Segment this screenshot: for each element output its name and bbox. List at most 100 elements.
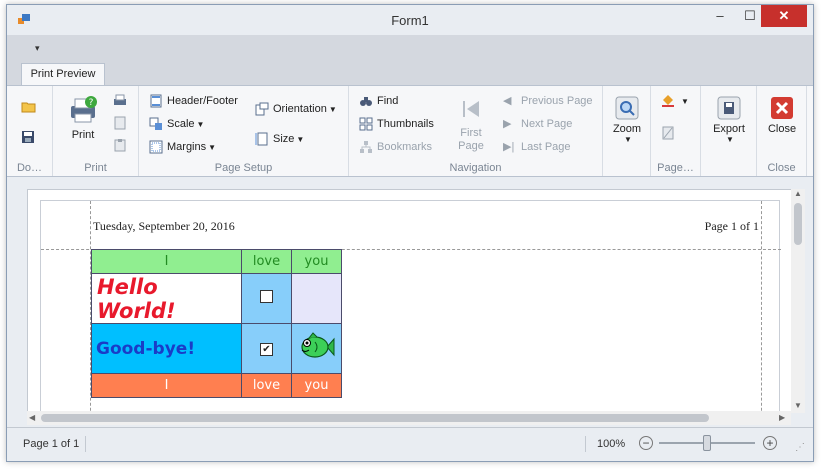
header-page-number: Page 1 of 1 bbox=[704, 219, 759, 233]
fish-icon bbox=[300, 331, 334, 358]
export-label: Export bbox=[713, 123, 745, 135]
zoom-out-button[interactable]: − bbox=[639, 436, 653, 450]
clipboard-icon bbox=[114, 139, 126, 152]
ribbon-panel: Do… ? Print Print Header/Footer Scale ▼ … bbox=[7, 85, 813, 177]
zoom-level: 100% bbox=[597, 438, 626, 450]
zoom-slider-thumb[interactable] bbox=[703, 435, 711, 451]
export-button[interactable]: Export ▼ bbox=[707, 96, 751, 144]
close-window-button[interactable]: ✕ bbox=[761, 5, 807, 27]
print-button[interactable]: ? Print bbox=[61, 94, 105, 141]
scroll-right-icon[interactable]: ▶ bbox=[779, 413, 785, 422]
bookmarks-label: Bookmarks bbox=[377, 140, 433, 153]
quick-print-button[interactable] bbox=[113, 94, 127, 111]
page-color-dropdown[interactable]: ▼ bbox=[661, 94, 689, 108]
margin-guide-right bbox=[761, 201, 762, 412]
horizontal-scrollbar[interactable]: ◀ ▶ bbox=[27, 411, 791, 425]
margins-dropdown[interactable]: Margins ▼ bbox=[149, 140, 216, 154]
group-page-background: ▼ Page… bbox=[651, 86, 701, 176]
first-page-label: First Page bbox=[458, 127, 484, 152]
vertical-scrollbar[interactable]: ▲ ▼ bbox=[791, 189, 805, 413]
group-label-page-background: Page… bbox=[657, 162, 694, 174]
first-page-button[interactable]: First Page bbox=[451, 98, 491, 153]
margins-label: Margins bbox=[167, 140, 207, 153]
save-icon bbox=[22, 131, 34, 143]
scroll-down-icon[interactable]: ▼ bbox=[794, 401, 802, 410]
close-preview-button[interactable]: Close bbox=[761, 96, 803, 135]
next-page-button[interactable]: ▶ Next Page bbox=[503, 117, 572, 131]
thumbnails-icon bbox=[359, 117, 373, 131]
last-page-icon: ▶| bbox=[503, 141, 515, 153]
table-header-cell: you bbox=[291, 249, 342, 274]
minimize-button[interactable]: – bbox=[705, 5, 735, 27]
group-zoom: Zoom ▼ bbox=[603, 86, 651, 176]
group-print: ? Print Print bbox=[53, 86, 139, 176]
table-footer-row: I love you bbox=[91, 373, 342, 398]
table-footer-cell: you bbox=[291, 373, 342, 398]
last-page-button[interactable]: ▶| Last Page bbox=[503, 140, 571, 154]
bookmarks-button[interactable]: Bookmarks bbox=[359, 140, 432, 154]
checkbox-cell bbox=[241, 273, 292, 324]
tab-print-preview[interactable]: Print Preview bbox=[21, 63, 105, 86]
margins-icon bbox=[149, 140, 163, 154]
table-row: Good-bye! ✔ bbox=[91, 323, 342, 374]
table-row: Hello World! bbox=[91, 273, 342, 324]
open-button[interactable] bbox=[21, 100, 37, 117]
chevron-down-icon: ▼ bbox=[681, 96, 689, 106]
table-header-cell: love bbox=[241, 249, 292, 274]
empty-cell bbox=[291, 273, 342, 324]
scale-label: Scale bbox=[167, 117, 195, 130]
horizontal-scroll-thumb[interactable] bbox=[41, 414, 709, 422]
scroll-left-icon[interactable]: ◀ bbox=[29, 413, 35, 422]
next-page-icon: ▶ bbox=[503, 118, 512, 130]
thumbnails-button[interactable]: Thumbnails bbox=[359, 117, 434, 131]
zoom-in-button[interactable]: + bbox=[763, 436, 777, 450]
report-table: I love you Hello World! Good-bye! ✔ I lo… bbox=[91, 249, 342, 398]
header-footer-label: Header/Footer bbox=[167, 94, 238, 107]
good-bye-cell: Good-bye! bbox=[91, 323, 242, 374]
chevron-down-icon: ▼ bbox=[328, 104, 337, 114]
previous-page-icon: ◀ bbox=[503, 95, 512, 107]
zoom-label: Zoom bbox=[612, 123, 642, 135]
chevron-down-icon: ▼ bbox=[196, 119, 205, 129]
save-button[interactable] bbox=[21, 130, 35, 147]
size-dropdown[interactable]: Size ▼ bbox=[255, 132, 304, 146]
checkbox-checked: ✔ bbox=[260, 343, 273, 356]
scale-dropdown[interactable]: Scale ▼ bbox=[149, 117, 204, 131]
page-info: Page 1 of 1 bbox=[23, 438, 80, 450]
chevron-down-icon: ▼ bbox=[296, 134, 305, 144]
scroll-up-icon[interactable]: ▲ bbox=[794, 189, 802, 198]
previous-page-label: Previous Page bbox=[521, 94, 593, 107]
watermark-button[interactable] bbox=[661, 126, 679, 140]
zoom-button[interactable]: Zoom ▼ bbox=[609, 96, 645, 144]
find-label: Find bbox=[377, 94, 399, 107]
resize-grip-icon[interactable]: ⋰ bbox=[795, 442, 805, 453]
header-footer-button[interactable]: Header/Footer bbox=[149, 94, 238, 108]
group-label-page-setup: Page Setup bbox=[214, 162, 273, 174]
vertical-scroll-thumb[interactable] bbox=[794, 203, 802, 245]
group-label-document: Do… bbox=[16, 162, 43, 174]
quick-print-icon bbox=[114, 94, 126, 105]
orientation-dropdown[interactable]: Orientation ▼ bbox=[255, 102, 337, 116]
print-options-button[interactable] bbox=[113, 138, 127, 155]
group-export: Export ▼ bbox=[701, 86, 757, 176]
checkbox-unchecked bbox=[260, 290, 273, 303]
header-date: Tuesday, September 20, 2016 bbox=[93, 219, 235, 233]
printer-icon: ? bbox=[71, 96, 97, 123]
find-button[interactable]: Find bbox=[359, 94, 398, 108]
next-page-label: Next Page bbox=[521, 117, 573, 130]
table-header-row: I love you bbox=[91, 249, 342, 274]
group-label-close: Close bbox=[767, 162, 796, 174]
group-close: Close Close bbox=[757, 86, 807, 176]
quick-access-dropdown[interactable]: ▾ bbox=[35, 43, 40, 54]
page-setup-button[interactable] bbox=[113, 116, 127, 133]
group-label-print: Print bbox=[84, 162, 107, 174]
status-divider bbox=[585, 436, 586, 452]
group-label-navigation: Navigation bbox=[449, 162, 502, 174]
folder-open-icon bbox=[21, 102, 36, 113]
table-footer-cell: love bbox=[241, 373, 292, 398]
previous-page-button[interactable]: ◀ Previous Page bbox=[503, 94, 593, 108]
close-icon bbox=[771, 97, 793, 119]
fish-image-cell bbox=[291, 323, 342, 374]
preview-area[interactable]: Tuesday, September 20, 2016 Page 1 of 1 … bbox=[27, 189, 805, 413]
svg-text:?: ? bbox=[89, 98, 94, 108]
